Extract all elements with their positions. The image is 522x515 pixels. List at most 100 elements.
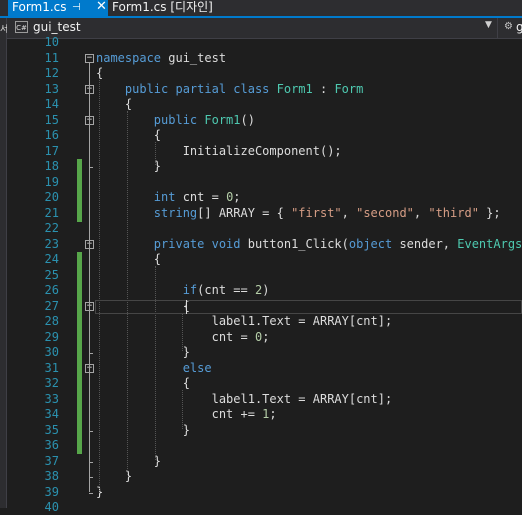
code-token: } bbox=[96, 422, 190, 437]
code-token: ) bbox=[262, 283, 270, 297]
code-text: label1.Text = ARRAY[cnt]; bbox=[96, 392, 393, 407]
line-number: 35 bbox=[44, 422, 59, 437]
tab-form1-cs[interactable]: Form1.cs ⊣ ✕ bbox=[8, 0, 108, 16]
code-token: public bbox=[153, 112, 205, 127]
code-line[interactable]: 32 { bbox=[7, 376, 522, 392]
code-token: gui_test bbox=[168, 50, 227, 65]
code-text: { bbox=[96, 128, 161, 143]
code-token: int bbox=[153, 190, 183, 204]
code-text: { bbox=[96, 376, 190, 391]
line-number: 21 bbox=[44, 205, 59, 220]
indent-guide bbox=[182, 312, 184, 351]
member-dropdown[interactable]: g bbox=[516, 20, 522, 34]
indent-guide bbox=[154, 266, 156, 460]
change-marker bbox=[77, 345, 82, 361]
code-text: private void button1_Click(object sender… bbox=[96, 237, 522, 252]
code-line[interactable]: 28 label1.Text = ARRAY[cnt]; bbox=[7, 314, 522, 330]
code-line[interactable]: 21 string[] ARRAY = { "first", "second",… bbox=[7, 205, 522, 222]
code-line[interactable]: 18 } bbox=[7, 159, 522, 175]
line-number: 22 bbox=[44, 221, 59, 235]
code-token: public partial class bbox=[124, 81, 277, 96]
code-text: public partial class Form1 : Form bbox=[96, 82, 363, 97]
outline-end bbox=[89, 430, 93, 432]
code-token: () bbox=[240, 112, 255, 127]
outline-end bbox=[89, 167, 93, 168]
code-token: { bbox=[96, 128, 162, 142]
code-line[interactable]: 16 { bbox=[7, 128, 522, 143]
tab-form1-designer[interactable]: Form1.cs [디자인] bbox=[110, 0, 213, 16]
change-marker bbox=[77, 376, 82, 392]
code-line[interactable]: 11− namespace gui_test bbox=[7, 51, 522, 66]
code-line[interactable]: 20 int cnt = 0; bbox=[7, 190, 522, 206]
code-text: public Form1() bbox=[96, 113, 255, 128]
code-line[interactable]: 10 bbox=[7, 35, 522, 50]
code-line[interactable]: 31− else bbox=[7, 360, 522, 377]
line-number: 31 bbox=[44, 360, 59, 375]
code-line[interactable]: 14 { bbox=[7, 97, 522, 112]
indent-guide bbox=[126, 111, 128, 475]
change-marker bbox=[77, 314, 82, 330]
chevron-down-icon[interactable]: ▼ bbox=[485, 20, 492, 30]
line-number: 38 bbox=[44, 469, 59, 483]
code-line[interactable]: 25 bbox=[7, 267, 522, 284]
code-line[interactable]: 15− public Form1() bbox=[7, 113, 522, 128]
code-text: namespace gui_test bbox=[96, 51, 226, 66]
code-line[interactable]: 35 } bbox=[7, 422, 522, 439]
code-token: private void bbox=[153, 236, 248, 251]
change-marker bbox=[77, 298, 82, 315]
code-line[interactable]: 19 bbox=[7, 174, 522, 191]
outline-bar bbox=[89, 309, 90, 352]
code-text: cnt += 1; bbox=[96, 407, 277, 422]
code-editor[interactable]: 10 11− namespace gui_test 12 {13− public par… bbox=[7, 35, 522, 514]
code-line[interactable]: 39} bbox=[7, 485, 522, 500]
line-number: 11 bbox=[44, 50, 59, 65]
code-line[interactable]: 13− public partial class Form1 : Form bbox=[7, 82, 522, 97]
pin-icon[interactable]: ⊣ bbox=[72, 0, 81, 15]
code-line[interactable]: 23− private void button1_Click(object se… bbox=[7, 237, 522, 252]
code-line[interactable]: 12 { bbox=[7, 66, 522, 81]
close-icon[interactable]: ✕ bbox=[96, 0, 107, 14]
code-token: cnt = bbox=[182, 190, 227, 204]
code-token: label1.Text = ARRAY[cnt]; bbox=[96, 314, 393, 328]
line-number: 16 bbox=[44, 128, 59, 142]
outline-bar bbox=[89, 123, 90, 166]
line-number: 17 bbox=[44, 143, 59, 158]
outline-bar bbox=[89, 371, 90, 430]
indent-guide bbox=[99, 80, 100, 491]
code-text: } bbox=[96, 454, 161, 469]
code-text: } bbox=[96, 423, 190, 438]
code-token: { bbox=[96, 97, 133, 111]
code-line[interactable]: 26 if(cnt == 2) bbox=[7, 283, 522, 299]
code-line[interactable]: 30 } bbox=[7, 345, 522, 361]
code-line[interactable]: 36 bbox=[7, 438, 522, 454]
code-token: , bbox=[341, 205, 357, 220]
project-dropdown[interactable]: gui_test bbox=[33, 20, 81, 34]
change-marker bbox=[77, 190, 82, 206]
code-line[interactable]: 22 bbox=[7, 221, 522, 236]
code-line[interactable]: 17 InitializeComponent(); bbox=[7, 144, 522, 159]
left-tool-strip[interactable]: 서 bbox=[0, 0, 8, 508]
code-text: int cnt = 0; bbox=[96, 190, 241, 205]
code-token: [] ARRAY = { bbox=[197, 205, 292, 220]
code-line[interactable]: 34 cnt += 1; bbox=[7, 407, 522, 423]
document-tab-strip: Form1.cs ⊣ ✕ Form1.cs [디자인] bbox=[0, 0, 522, 18]
code-text: label1.Text = ARRAY[cnt]; bbox=[96, 314, 393, 329]
code-text: string[] ARRAY = { "first", "second", "t… bbox=[96, 206, 501, 221]
code-line[interactable]: 29 cnt = 0; bbox=[7, 329, 522, 346]
code-text: } bbox=[96, 159, 161, 174]
code-line[interactable]: 38 } bbox=[7, 469, 522, 484]
line-number: 18 bbox=[44, 159, 59, 173]
code-line[interactable]: 33 label1.Text = ARRAY[cnt]; bbox=[7, 391, 522, 408]
outline-end bbox=[89, 353, 93, 354]
code-line[interactable]: 37 } bbox=[7, 454, 522, 469]
code-line[interactable]: 24 { bbox=[7, 252, 522, 268]
csharp-project-icon: C# bbox=[15, 21, 28, 33]
change-marker bbox=[77, 391, 82, 408]
change-marker bbox=[77, 360, 82, 377]
code-token: (cnt == bbox=[197, 283, 255, 297]
tab-label: Form1.cs bbox=[12, 0, 67, 14]
change-marker bbox=[77, 205, 82, 222]
